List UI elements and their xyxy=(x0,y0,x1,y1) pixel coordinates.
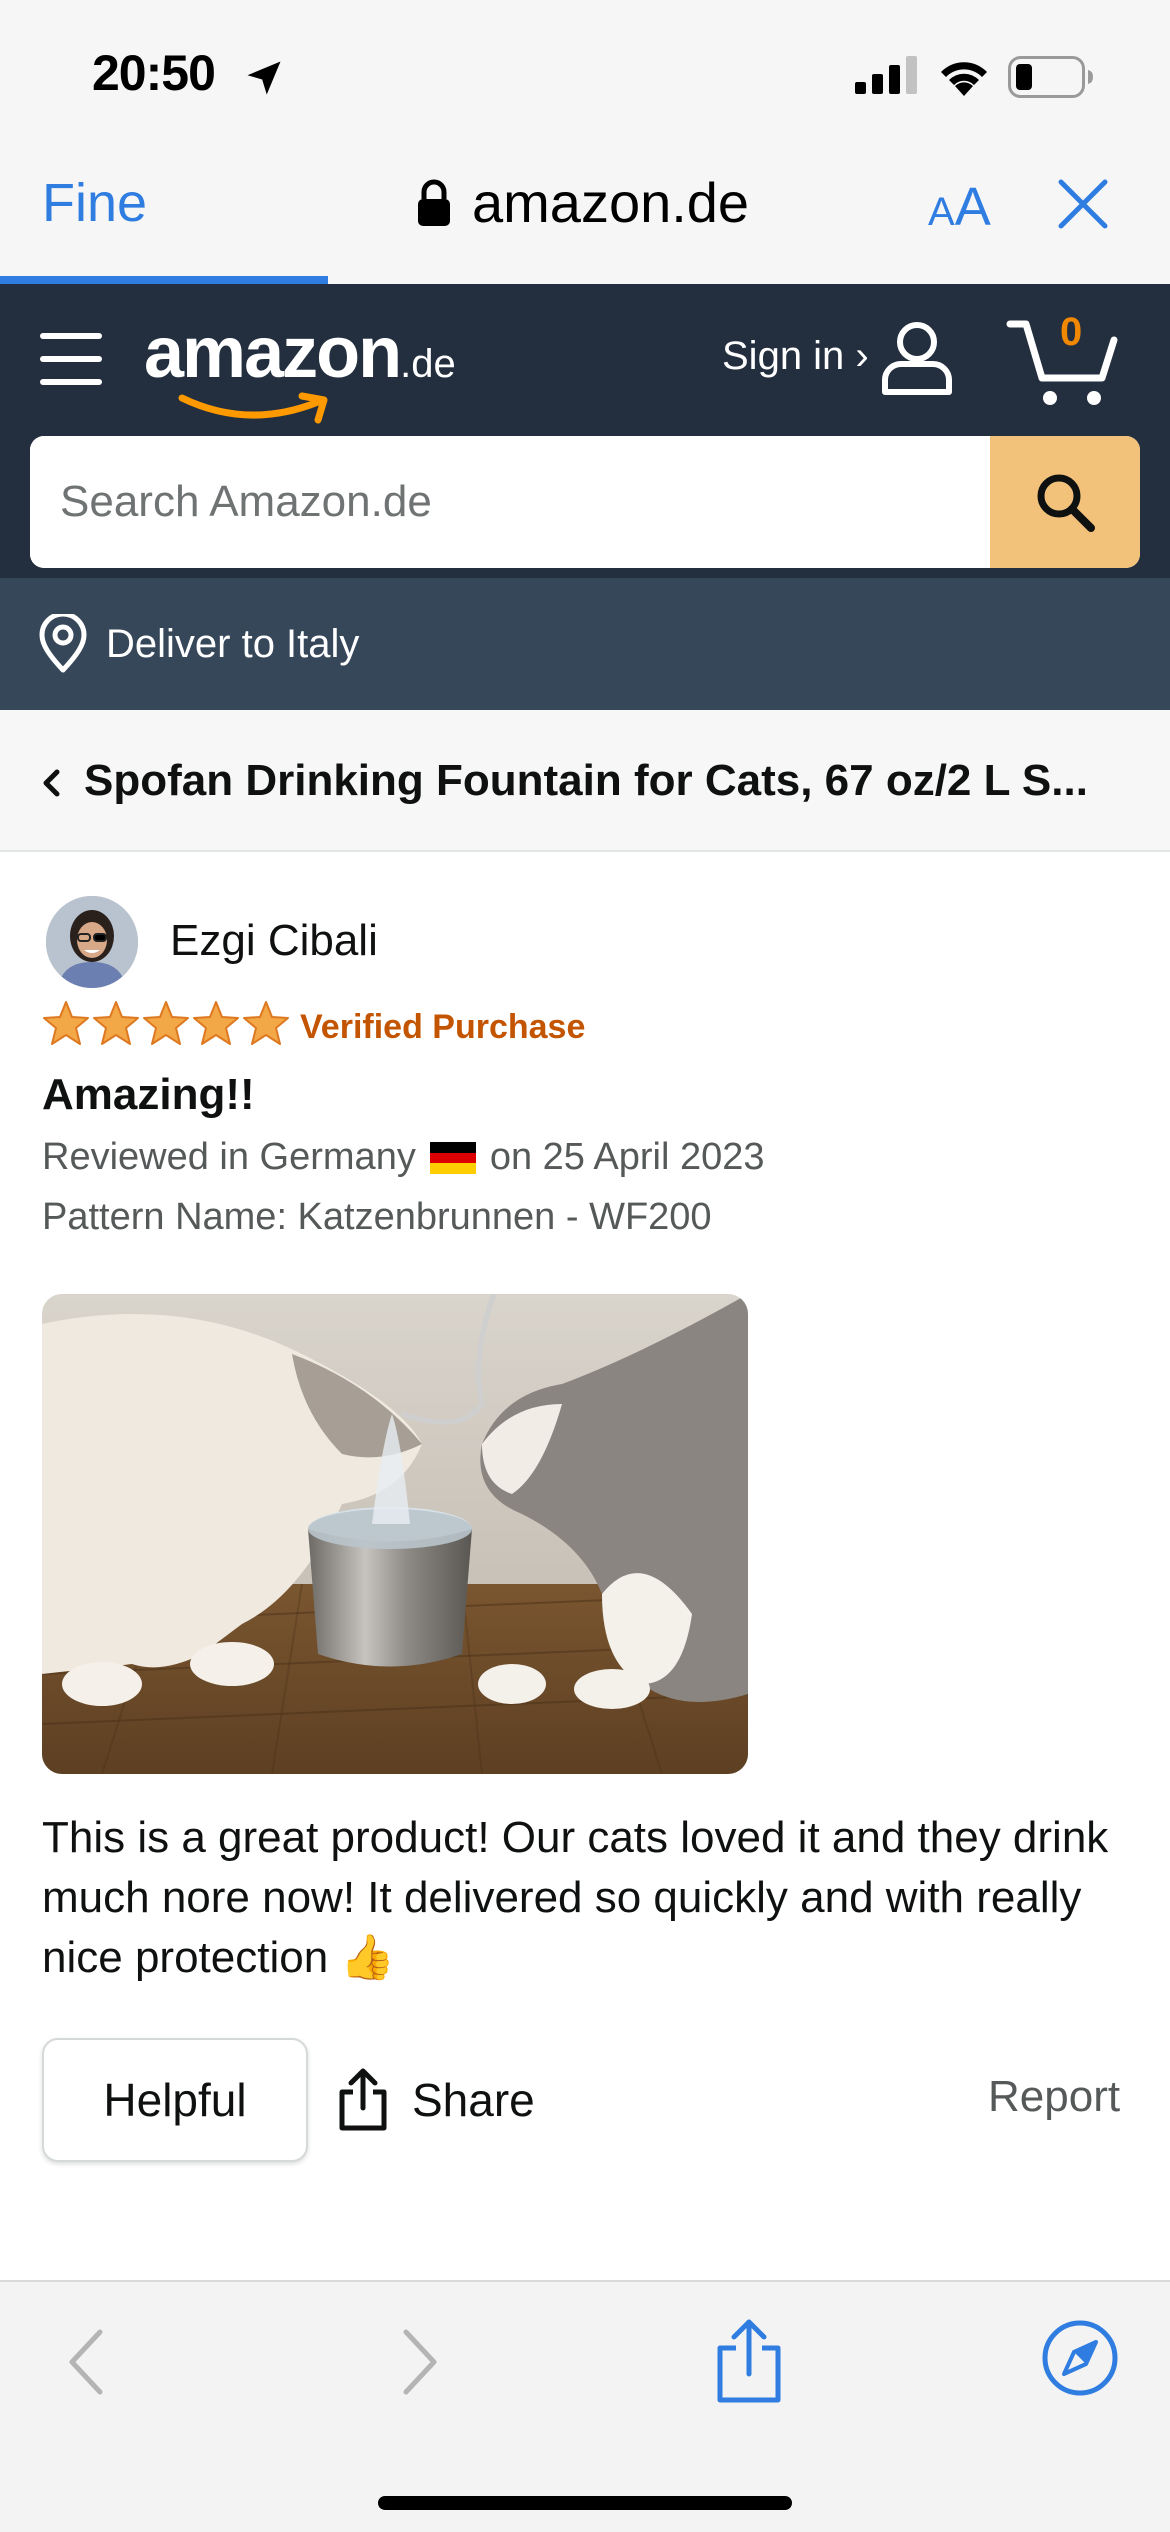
search-button[interactable] xyxy=(990,436,1140,568)
location-pin-icon xyxy=(39,614,87,673)
amazon-header: amazon.de Sign in › 0 xyxy=(0,284,1170,578)
logo-word: amazon xyxy=(144,313,402,393)
lock-icon xyxy=(418,179,450,226)
amazon-logo[interactable]: amazon.de xyxy=(144,312,456,424)
browser-bottom-toolbar xyxy=(0,2280,1170,2532)
deliver-to-bar[interactable]: Deliver to Italy xyxy=(0,578,1170,710)
share-icon xyxy=(339,2068,387,2131)
star-icon xyxy=(193,1001,239,1045)
review-photo[interactable] xyxy=(42,1294,748,1774)
review-title: Amazing!! xyxy=(42,1070,255,1119)
product-breadcrumb[interactable]: Spofan Drinking Fountain for Cats, 67 oz… xyxy=(0,710,1170,852)
star-rating xyxy=(42,1000,290,1046)
address-bar[interactable]: amazon.de xyxy=(416,170,749,235)
reviewer-name[interactable]: Ezgi Cibali xyxy=(170,916,378,966)
browser-top-bar: Fine amazon.de AA xyxy=(0,140,1170,284)
chevron-left-icon xyxy=(43,769,60,797)
search-bar xyxy=(30,436,1140,568)
verified-purchase-badge: Verified Purchase xyxy=(300,1008,586,1046)
star-icon xyxy=(93,1001,139,1045)
star-icon xyxy=(243,1001,289,1045)
hamburger-menu-icon[interactable] xyxy=(40,328,102,390)
share-button[interactable]: Share xyxy=(336,2068,535,2132)
avatar xyxy=(46,896,138,988)
battery-icon xyxy=(1008,56,1093,98)
review-date: on 25 April 2023 xyxy=(489,1136,765,1178)
logo-smile-icon xyxy=(178,392,328,424)
logo-tld: .de xyxy=(400,342,456,386)
helpful-button[interactable]: Helpful xyxy=(42,2038,308,2162)
review-photo-cats-drinking-fountain xyxy=(42,1294,748,1774)
done-button[interactable]: Fine xyxy=(42,172,147,234)
home-indicator xyxy=(378,2496,792,2510)
aa-small-label: A xyxy=(928,190,955,234)
report-link[interactable]: Report xyxy=(988,2072,1120,2122)
text-size-button[interactable]: AA xyxy=(928,176,991,238)
aa-big-label: A xyxy=(954,177,991,237)
url-text: amazon.de xyxy=(472,171,750,234)
share-icon[interactable] xyxy=(714,2318,784,2404)
search-icon xyxy=(1037,474,1095,532)
avatar-image xyxy=(46,896,138,988)
signal-strength-icon xyxy=(855,56,917,94)
star-icon xyxy=(143,1001,189,1045)
page-load-progress-bar xyxy=(0,276,328,284)
compass-icon[interactable] xyxy=(1040,2318,1120,2398)
star-icon xyxy=(43,1001,89,1045)
search-input[interactable] xyxy=(30,436,990,568)
forward-arrow-icon[interactable] xyxy=(400,2328,440,2396)
review-meta: Reviewed in Germany on 25 April 2023 xyxy=(42,1136,765,1179)
pattern-name: Pattern Name: Katzenbrunnen - WF200 xyxy=(42,1196,712,1238)
status-bar: 20:50 xyxy=(0,0,1170,140)
cart-count: 0 xyxy=(1060,310,1083,354)
review-body: This is a great product! Our cats loved … xyxy=(42,1813,1109,1982)
deliver-to-label: Deliver to Italy xyxy=(106,622,360,666)
review-location: Reviewed in Germany xyxy=(42,1136,416,1178)
germany-flag-icon xyxy=(429,1141,476,1174)
back-arrow-icon[interactable] xyxy=(66,2328,106,2396)
share-label: Share xyxy=(412,2074,535,2126)
location-arrow-icon xyxy=(247,61,281,95)
status-time: 20:50 xyxy=(92,45,216,101)
user-icon[interactable] xyxy=(880,320,954,396)
cart-button[interactable]: 0 xyxy=(1006,310,1126,405)
sign-in-link[interactable]: Sign in › xyxy=(722,334,869,379)
close-icon[interactable] xyxy=(1055,176,1111,232)
product-title-link: Spofan Drinking Fountain for Cats, 67 oz… xyxy=(84,756,1088,805)
wifi-icon xyxy=(941,62,987,96)
